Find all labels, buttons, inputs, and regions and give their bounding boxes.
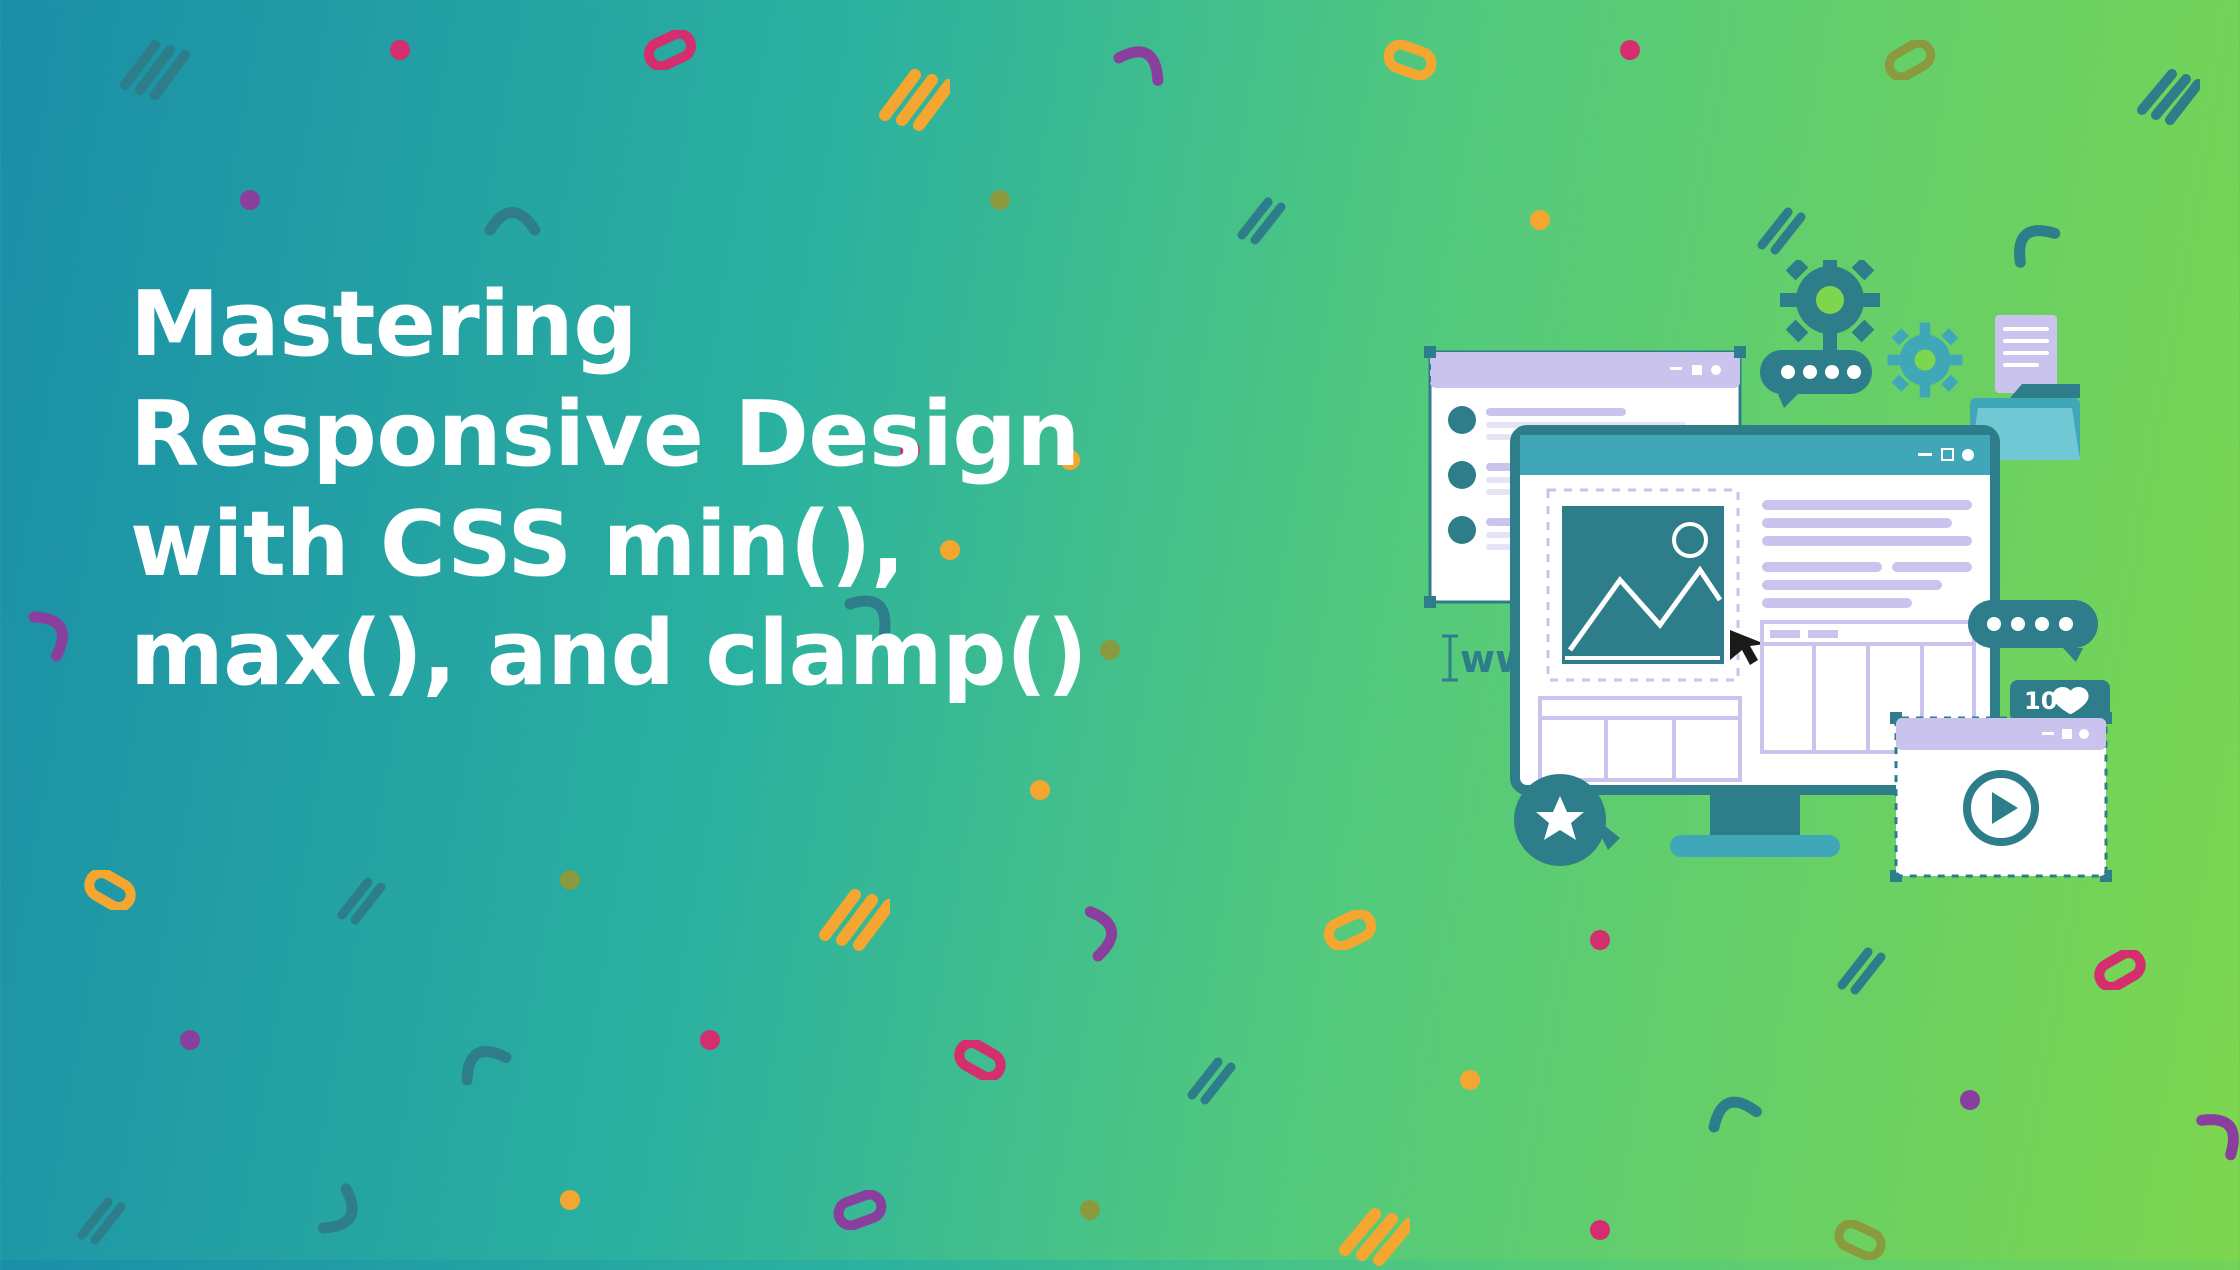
title-line-2: Responsive Design: [130, 382, 1080, 487]
gear-icon: [1780, 260, 1880, 350]
title-line-3: with CSS min(),: [130, 492, 905, 597]
title-line-4: max(), and clamp(): [130, 601, 1087, 706]
speech-bubble-icon: [1760, 350, 1872, 408]
window-video: [1890, 712, 2112, 882]
like-counter-badge: 100: [2010, 680, 2110, 722]
hero-title: Mastering Responsive Design with CSS min…: [130, 270, 1087, 709]
document-icon: [1995, 315, 2057, 393]
title-line-1: Mastering: [130, 272, 637, 377]
hero-illustration: www: [1370, 260, 2150, 1040]
gear-icon: [1888, 323, 1963, 398]
